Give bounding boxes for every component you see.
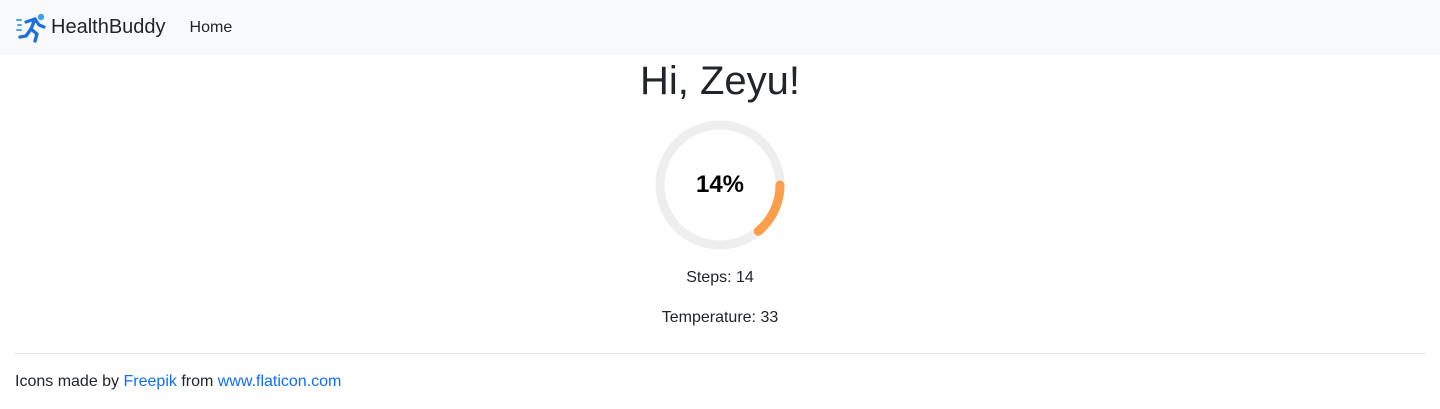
attribution-footer: Icons made by Freepik from www.flaticon.… — [0, 354, 1440, 392]
attribution-prefix: Icons made by — [15, 373, 120, 390]
brand-name: HealthBuddy — [51, 16, 166, 38]
main-content: Hi, Zeyu! 14% Steps: 14 Temperature: 33 — [0, 57, 1440, 328]
progress-percent-label: 14% — [695, 171, 745, 198]
nav-link-home[interactable]: Home — [190, 19, 233, 37]
top-navbar: HealthBuddy Home — [0, 0, 1440, 55]
progress-ring: 14% — [653, 118, 787, 252]
brand-link[interactable]: HealthBuddy — [16, 13, 166, 43]
running-person-icon — [16, 13, 46, 43]
flaticon-link[interactable]: www.flaticon.com — [218, 373, 342, 390]
attribution-middle: from — [181, 373, 214, 390]
temperature-reading: Temperature: 33 — [661, 309, 779, 326]
greeting-heading: Hi, Zeyu! — [639, 59, 801, 103]
steps-count: Steps: 14 — [686, 269, 754, 286]
freepik-link[interactable]: Freepik — [124, 373, 177, 390]
